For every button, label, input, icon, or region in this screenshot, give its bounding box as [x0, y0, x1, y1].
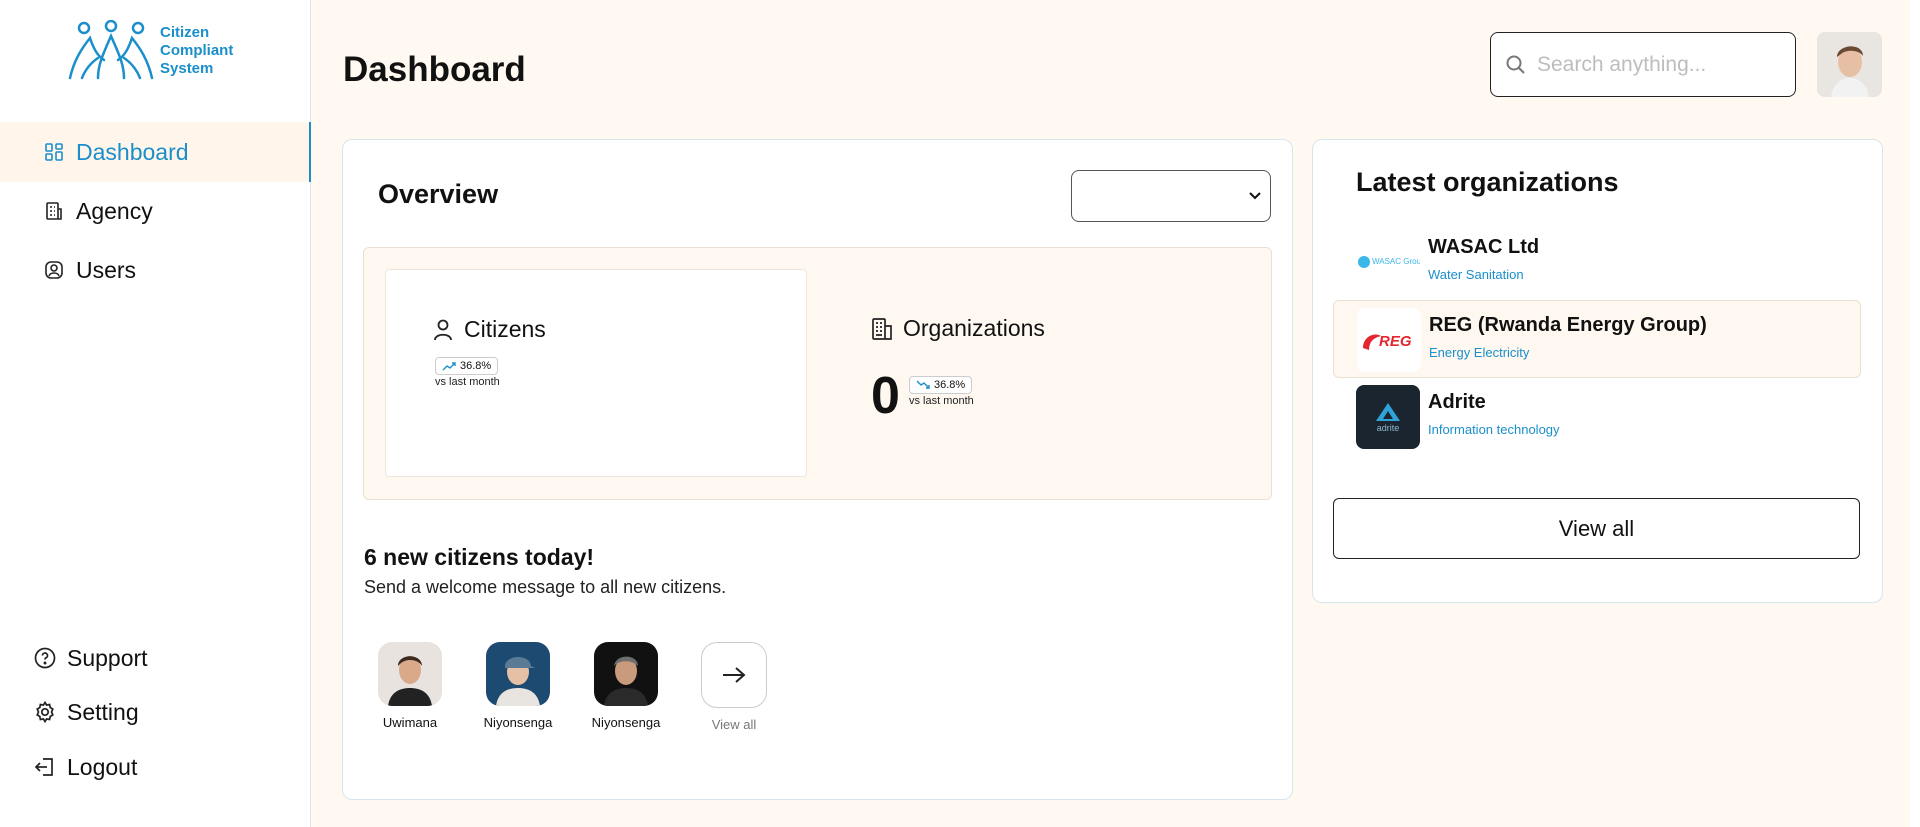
new-citizen-item[interactable]: Uwimana [365, 642, 455, 730]
new-citizens-subtitle: Send a welcome message to all new citize… [364, 577, 727, 597]
scrollbar-track[interactable] [1910, 0, 1920, 827]
logo-icon [68, 20, 154, 80]
app-logo[interactable]: Citizen Compliant System [68, 20, 233, 82]
overview-title: Overview [378, 179, 499, 209]
trend-value: 36.8% [934, 379, 966, 391]
organizations-label: Organizations [903, 315, 1045, 341]
organization-row[interactable]: WASAC Group WASAC Ltd Water Sanitation [1333, 223, 1861, 301]
help-icon [34, 647, 56, 669]
citizen-name: Niyonsenga [483, 715, 553, 730]
setting-link[interactable]: Setting [0, 690, 311, 734]
citizen-name: Niyonsenga [591, 715, 661, 730]
organizations-stat-header: Organizations [871, 315, 1045, 342]
latest-organizations-title: Latest organizations [1356, 167, 1619, 197]
citizens-trend: 36.8% vs last month [435, 357, 500, 388]
org-logo: REG [1357, 308, 1421, 372]
trend-badge: 36.8% [909, 376, 973, 394]
trend-badge: 36.8% [435, 357, 499, 375]
setting-label: Setting [67, 698, 139, 725]
overview-card: Overview Citizens 36.8% vs last month Or… [342, 139, 1293, 800]
search-input[interactable] [1537, 52, 1777, 77]
organization-row[interactable]: adrite Adrite Information technology [1333, 378, 1861, 456]
org-category: Energy Electricity [1429, 345, 1530, 360]
org-logo: WASAC Group [1356, 230, 1420, 294]
new-citizen-item[interactable]: Niyonsenga [473, 642, 563, 730]
new-citizen-item[interactable]: Niyonsenga [581, 642, 671, 730]
org-name: REG (Rwanda Energy Group) [1429, 314, 1707, 336]
support-label: Support [67, 644, 148, 671]
search-box[interactable] [1490, 32, 1796, 97]
citizen-avatar [378, 642, 442, 706]
chevron-down-icon [1249, 192, 1261, 200]
organizations-trend: 36.8% vs last month [909, 376, 974, 407]
org-category: Water Sanitation [1428, 267, 1524, 282]
org-name: Adrite [1428, 391, 1486, 413]
organizations-count: 0 [871, 367, 900, 425]
citizen-name: Uwimana [382, 715, 438, 730]
sidebar-item-agency[interactable]: Agency [0, 181, 311, 241]
period-select[interactable] [1071, 170, 1271, 222]
org-logo-text: WASAC Group [1372, 257, 1420, 266]
logout-link[interactable]: Logout [0, 745, 311, 789]
citizen-avatar [594, 642, 658, 706]
avatar[interactable] [1817, 32, 1882, 97]
gear-icon [36, 700, 54, 724]
view-all-organizations-button[interactable]: View all [1333, 498, 1860, 559]
citizens-stat-header: Citizens [432, 316, 546, 343]
sidebar-item-label: Agency [76, 197, 153, 224]
trend-caption: vs last month [909, 395, 974, 407]
org-logo-text: REG [1379, 333, 1412, 350]
sidebar: Citizen Compliant System Dashboard Agenc… [0, 0, 311, 827]
view-all-button[interactable] [701, 642, 767, 708]
search-icon [1506, 55, 1525, 74]
citizens-stat-card[interactable]: Citizens 36.8% vs last month [385, 269, 807, 477]
sidebar-item-users[interactable]: Users [0, 240, 311, 300]
citizen-avatar [486, 642, 550, 706]
org-name: WASAC Ltd [1428, 236, 1540, 258]
org-logo: adrite [1356, 385, 1420, 449]
org-logo-text: adrite [1376, 423, 1400, 433]
logout-icon [34, 758, 53, 776]
trend-caption: vs last month [435, 376, 500, 388]
arrow-right-icon [723, 667, 746, 683]
org-category: Information technology [1428, 422, 1560, 437]
citizens-label: Citizens [464, 316, 546, 342]
latest-organizations-card: Latest organizations WASAC Group WASAC L… [1312, 139, 1883, 603]
sidebar-item-dashboard[interactable]: Dashboard [0, 122, 311, 182]
stats-panel: Citizens 36.8% vs last month Organizatio… [363, 247, 1272, 500]
new-citizens-title: 6 new citizens today! [364, 544, 595, 570]
dashboard-icon [45, 143, 63, 161]
trend-up-icon [442, 362, 456, 371]
page-title: Dashboard [343, 50, 526, 89]
view-all-citizens[interactable]: View all [689, 642, 779, 732]
user-circle-icon [45, 261, 63, 279]
sidebar-item-label: Users [76, 256, 137, 283]
building-icon [46, 202, 62, 220]
organization-row[interactable]: REG REG (Rwanda Energy Group) Energy Ele… [1333, 300, 1861, 378]
trend-value: 36.8% [460, 360, 492, 372]
person-icon [434, 319, 452, 340]
view-all-label: View all [711, 717, 757, 732]
logo-text: Citizen Compliant System [160, 24, 234, 77]
sidebar-item-label: Dashboard [76, 138, 189, 165]
logout-label: Logout [67, 753, 138, 780]
trend-down-icon [916, 380, 930, 389]
support-link[interactable]: Support [0, 636, 311, 680]
building-icon [872, 317, 892, 340]
